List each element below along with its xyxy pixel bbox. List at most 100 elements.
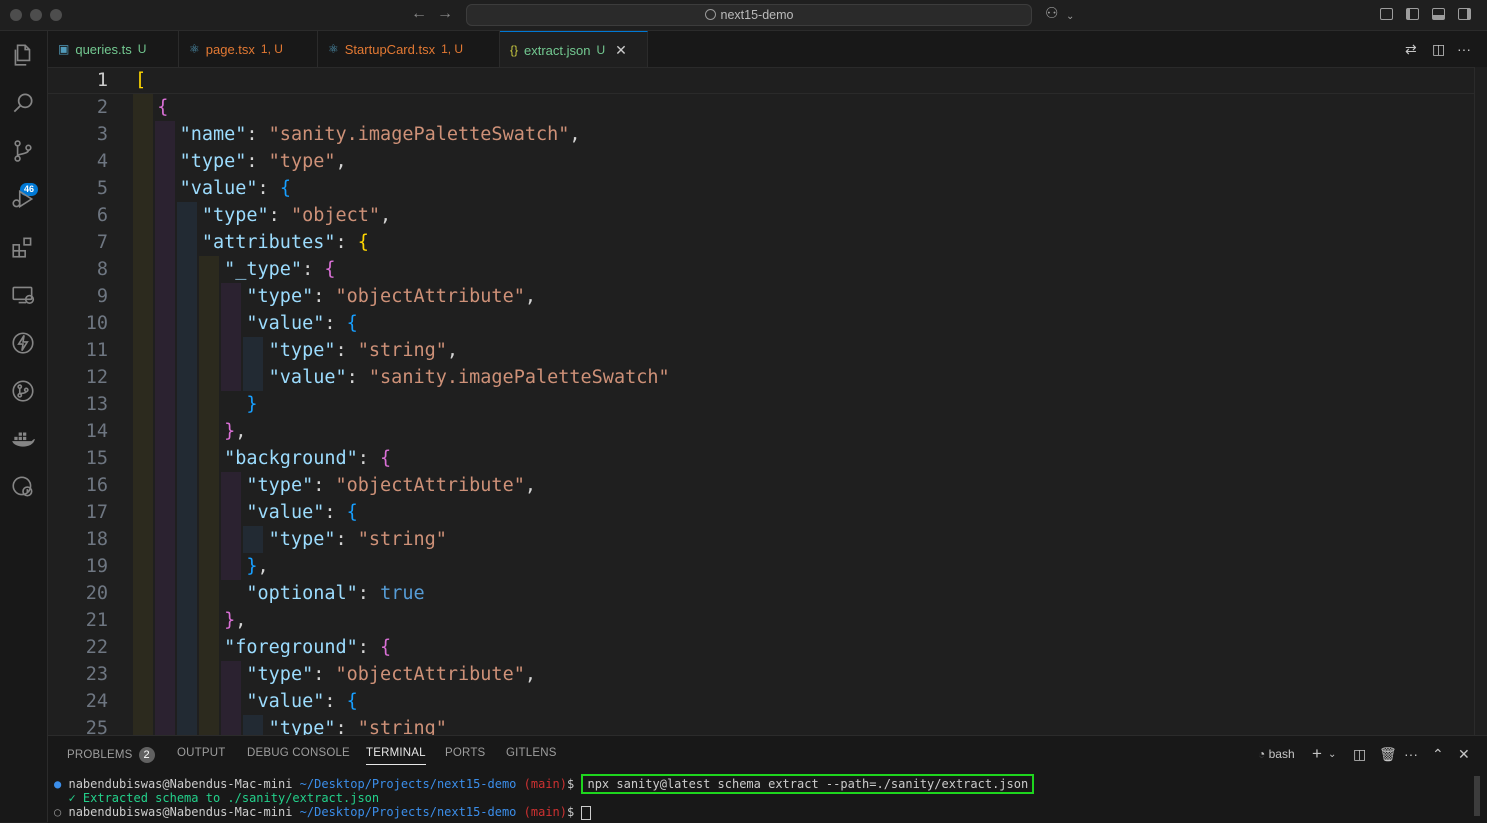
split-terminal-icon[interactable]: ◫	[1353, 746, 1366, 763]
code-line: "type": "string"	[268, 718, 447, 735]
tab-page-tsx[interactable]: ⚛ page.tsx 1, U	[179, 31, 318, 67]
code-line: "_type": {	[224, 259, 336, 280]
react-icon: ⚛	[328, 42, 339, 56]
terminal-shell-selector[interactable]: ◔ bash	[1258, 747, 1295, 761]
command-success-dot-icon: ●	[54, 777, 62, 791]
tab-debug-console[interactable]: DEBUG CONSOLE	[247, 747, 350, 759]
remote-explorer-icon[interactable]	[9, 281, 37, 309]
chevron-down-icon[interactable]: ⌄	[1066, 9, 1074, 25]
code-line: },	[224, 610, 247, 631]
toggle-panel-icon[interactable]	[1432, 8, 1445, 20]
forward-arrow-icon[interactable]: →	[437, 5, 453, 23]
split-editor-icon[interactable]: ◫	[1432, 41, 1445, 58]
tab-output[interactable]: OUTPUT	[177, 747, 225, 759]
highlighted-command: npx sanity@latest schema extract --path=…	[581, 774, 1035, 794]
line-number: 25	[85, 718, 108, 735]
code-line: {	[157, 97, 169, 118]
code-line: "value": {	[246, 691, 358, 712]
line-number: 13	[85, 394, 108, 415]
maximize-panel-icon[interactable]: ⌃	[1432, 746, 1444, 763]
code-line: "type": "string"	[268, 529, 447, 550]
problems-badge: 2	[138, 747, 155, 763]
toggle-secondary-sidebar-icon[interactable]	[1458, 8, 1471, 20]
line-number: 9	[96, 286, 108, 307]
editor-scrollbar[interactable]	[1474, 67, 1487, 735]
docker-icon[interactable]	[9, 425, 37, 453]
maximize-window-button[interactable]	[50, 9, 62, 21]
line-number: 6	[96, 205, 108, 226]
tab-queries-ts[interactable]: ▣ queries.ts U	[48, 31, 179, 67]
line-number: 22	[85, 637, 108, 658]
command-center-search[interactable]: next15-demo	[466, 4, 1032, 26]
close-panel-icon[interactable]: ✕	[1458, 746, 1470, 763]
timeline-icon[interactable]	[9, 473, 37, 501]
close-window-button[interactable]	[10, 9, 22, 21]
code-line: }	[246, 394, 258, 415]
code-line: "attributes": {	[201, 232, 369, 253]
toggle-primary-sidebar-icon[interactable]	[1406, 8, 1419, 20]
bottom-panel: PROBLEMS 2 OUTPUT DEBUG CONSOLE TERMINAL …	[48, 735, 1487, 823]
back-arrow-icon[interactable]: ←	[411, 5, 427, 23]
react-icon: ⚛	[189, 42, 200, 56]
terminal-cursor	[581, 805, 592, 820]
code-editor[interactable]: 1 2 3 4 5 6 7 8 9 10 11 12 13 14 15 16 1…	[48, 67, 1474, 735]
tab-startupcard-tsx[interactable]: ⚛ StartupCard.tsx 1, U	[318, 31, 500, 67]
line-number: 16	[85, 475, 108, 496]
search-icon	[704, 9, 716, 20]
tab-extract-json[interactable]: {} extract.json U ✕	[500, 31, 648, 68]
code-line: [	[135, 70, 147, 91]
code-line: "optional": true	[246, 583, 425, 604]
code-line: "type": "string",	[268, 340, 459, 361]
line-number: 12	[85, 367, 108, 388]
code-line: "background": {	[224, 448, 392, 469]
extensions-icon[interactable]	[9, 233, 37, 261]
code-line: "type": "objectAttribute",	[246, 664, 536, 685]
line-number: 8	[96, 259, 108, 280]
code-line: },	[246, 556, 269, 577]
code-line: "value": "sanity.imagePaletteSwatch"	[268, 367, 670, 388]
more-actions-icon[interactable]: ···	[1404, 746, 1418, 762]
line-number: 19	[85, 556, 108, 577]
gitlens-icon[interactable]	[9, 377, 37, 405]
copilot-icon[interactable]: ⚇	[1045, 6, 1058, 22]
code-line: "value": {	[246, 313, 358, 334]
terminal-line: ● nabendubiswas@Nabendus-Mac-mini ~/Desk…	[54, 774, 1035, 794]
lightning-icon[interactable]	[9, 329, 37, 357]
line-number: 5	[96, 178, 108, 199]
activity-bar: 46	[0, 31, 48, 822]
line-number: 23	[85, 664, 108, 685]
customize-layout-icon[interactable]	[1380, 8, 1393, 20]
line-number: 24	[85, 691, 108, 712]
chevron-down-icon[interactable]: ⌄	[1328, 749, 1336, 760]
tab-ports[interactable]: PORTS	[445, 747, 485, 759]
code-line: "type": "objectAttribute",	[246, 286, 536, 307]
explorer-icon[interactable]	[9, 41, 37, 69]
compare-changes-icon[interactable]: ⇄	[1405, 41, 1417, 58]
code-line: "value": {	[179, 178, 291, 199]
run-debug-icon[interactable]	[9, 185, 37, 213]
command-pending-dot-icon: ○	[54, 805, 62, 819]
line-number: 21	[85, 610, 108, 631]
new-terminal-icon[interactable]: +	[1312, 744, 1322, 764]
terminal-scrollbar[interactable]	[1474, 776, 1480, 816]
minimize-window-button[interactable]	[30, 9, 42, 21]
line-number: 10	[85, 313, 108, 334]
terminal-output-line: ✓ Extracted schema to ./sanity/extract.j…	[68, 791, 380, 805]
code-line: "type": "type",	[179, 151, 347, 172]
source-control-icon[interactable]	[9, 137, 37, 165]
tab-gitlens[interactable]: GITLENS	[506, 747, 557, 759]
line-number: 18	[85, 529, 108, 550]
code-line: "value": {	[246, 502, 358, 523]
close-tab-icon[interactable]: ✕	[615, 42, 627, 59]
line-number: 2	[96, 97, 108, 118]
tab-problems[interactable]: PROBLEMS 2	[67, 747, 155, 763]
line-number: 1	[96, 70, 108, 91]
line-number: 17	[85, 502, 108, 523]
code-line: },	[224, 421, 247, 442]
more-actions-icon[interactable]: ···	[1457, 41, 1471, 57]
code-line: "foreground": {	[224, 637, 392, 658]
trash-icon[interactable]: 🗑	[1379, 746, 1397, 763]
search-icon[interactable]	[9, 89, 37, 117]
terminal-prompt-line[interactable]: ○ nabendubiswas@Nabendus-Mac-mini ~/Desk…	[54, 805, 592, 820]
tab-terminal[interactable]: TERMINAL	[366, 747, 426, 765]
